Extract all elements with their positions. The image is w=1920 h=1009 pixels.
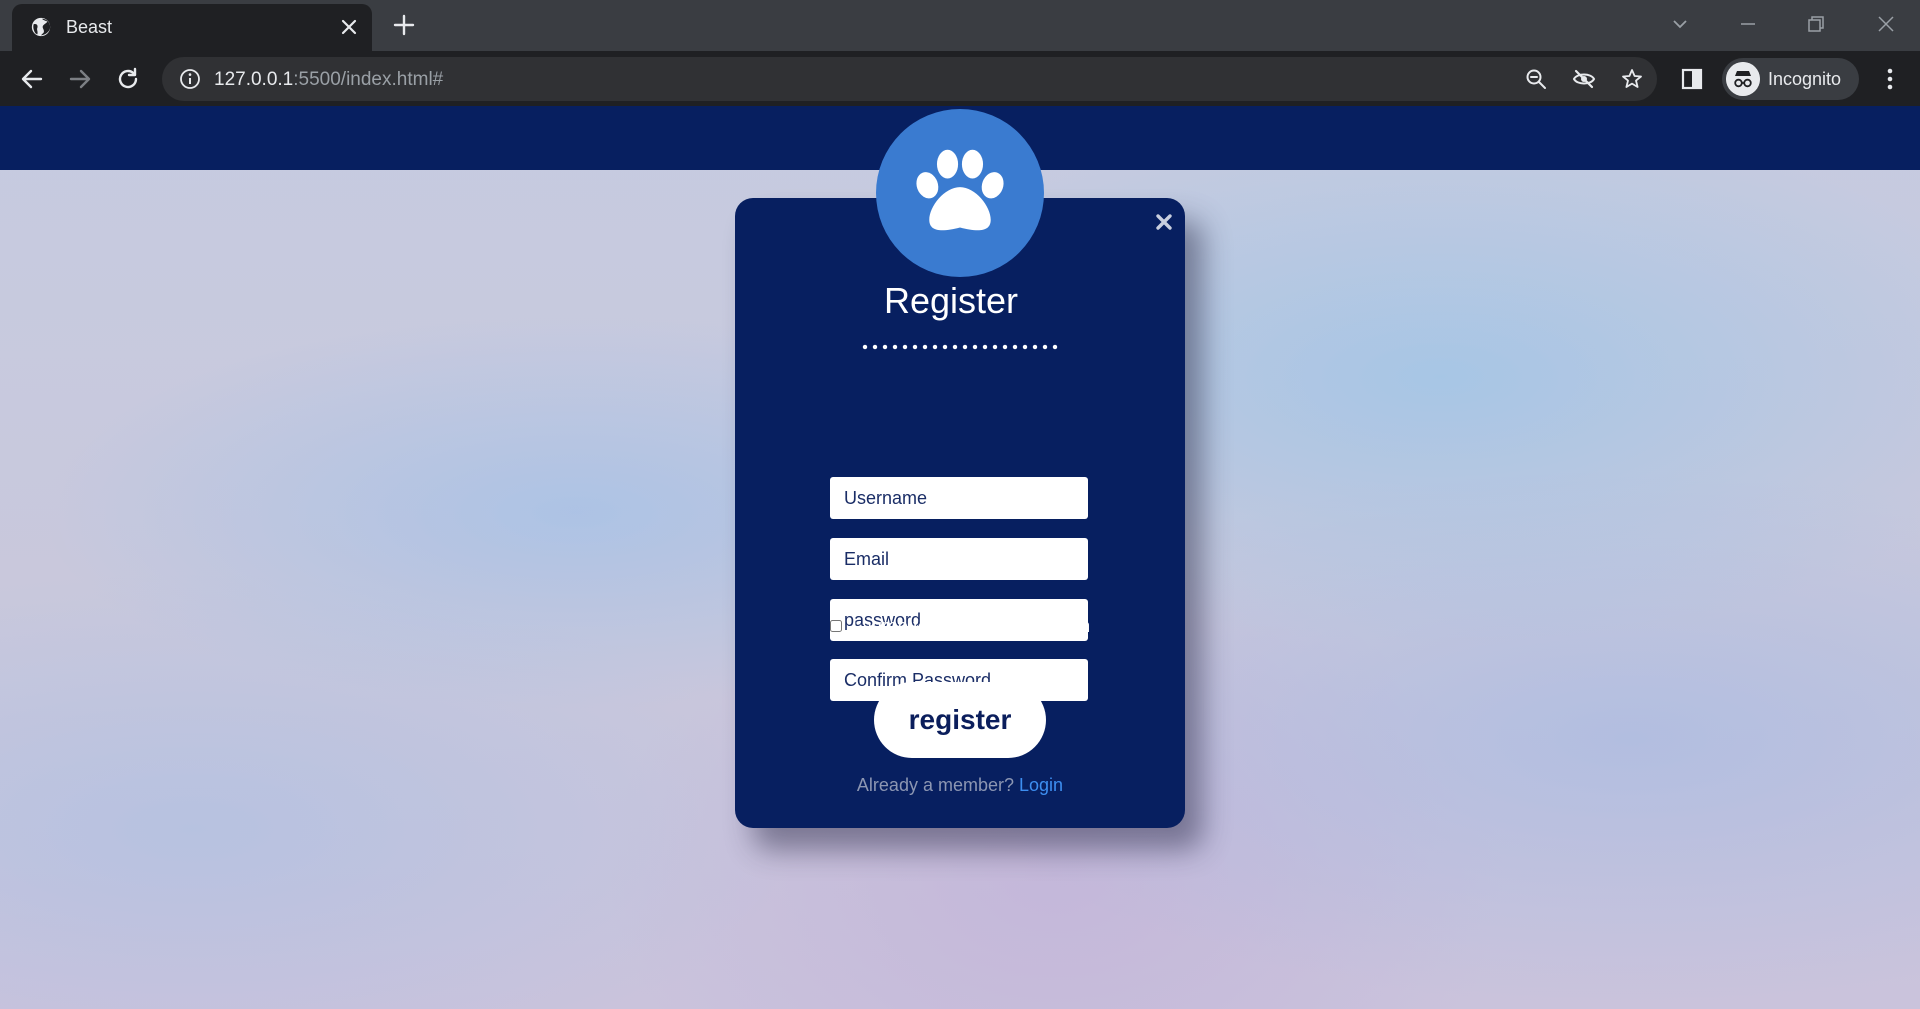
forward-icon[interactable]: [66, 65, 94, 93]
terms-checkbox[interactable]: [830, 620, 842, 632]
tab-search-icon[interactable]: [1668, 12, 1692, 36]
new-tab-icon[interactable]: [393, 14, 415, 36]
close-window-icon[interactable]: [1874, 12, 1898, 36]
globe-icon: [31, 17, 51, 37]
register-button[interactable]: register: [874, 682, 1046, 758]
modal-avatar: [876, 109, 1044, 277]
minimize-icon[interactable]: [1736, 12, 1760, 36]
side-panel-icon[interactable]: [1678, 65, 1706, 93]
modal-title: Register: [883, 280, 1019, 321]
dotted-divider: [860, 343, 1060, 351]
menu-kebab-icon[interactable]: [1876, 65, 1904, 93]
tab-strip: Beast: [0, 0, 1920, 51]
address-bar[interactable]: 127.0.0.1:5500/index.html#: [162, 57, 1657, 101]
back-icon[interactable]: [18, 65, 46, 93]
close-tab-icon[interactable]: [340, 18, 358, 36]
login-prompt: Already a member? Login: [735, 775, 1185, 796]
tab-title: Beast: [66, 17, 113, 37]
site-info-icon[interactable]: [178, 67, 202, 91]
browser-tab[interactable]: Beast: [12, 4, 372, 51]
reload-icon[interactable]: [114, 65, 142, 93]
paw-icon: [916, 149, 1004, 231]
incognito-icon: [1726, 62, 1760, 96]
login-link[interactable]: Login: [1019, 775, 1063, 795]
restore-icon[interactable]: [1804, 12, 1828, 36]
browser-toolbar: 127.0.0.1:5500/index.html# Incognito: [0, 51, 1920, 106]
username-field[interactable]: [830, 477, 1088, 519]
tracking-blocked-eye-icon[interactable]: [1572, 67, 1596, 91]
bookmark-star-icon[interactable]: [1620, 67, 1644, 91]
url-host: 127.0.0.1: [214, 69, 294, 90]
email-field[interactable]: [830, 538, 1088, 580]
member-text: Already a member?: [856, 775, 1014, 795]
incognito-label: Incognito: [1768, 69, 1842, 89]
zoom-out-icon[interactable]: [1524, 67, 1548, 91]
incognito-profile-button[interactable]: Incognito: [1722, 58, 1859, 100]
url-text: 127.0.0.1:5500/index.html#: [214, 69, 443, 91]
terms-label[interactable]: I agree to terms and condition: [852, 616, 1090, 637]
url-path: :5500/index.html#: [293, 69, 444, 90]
close-modal-icon[interactable]: [1154, 212, 1174, 232]
